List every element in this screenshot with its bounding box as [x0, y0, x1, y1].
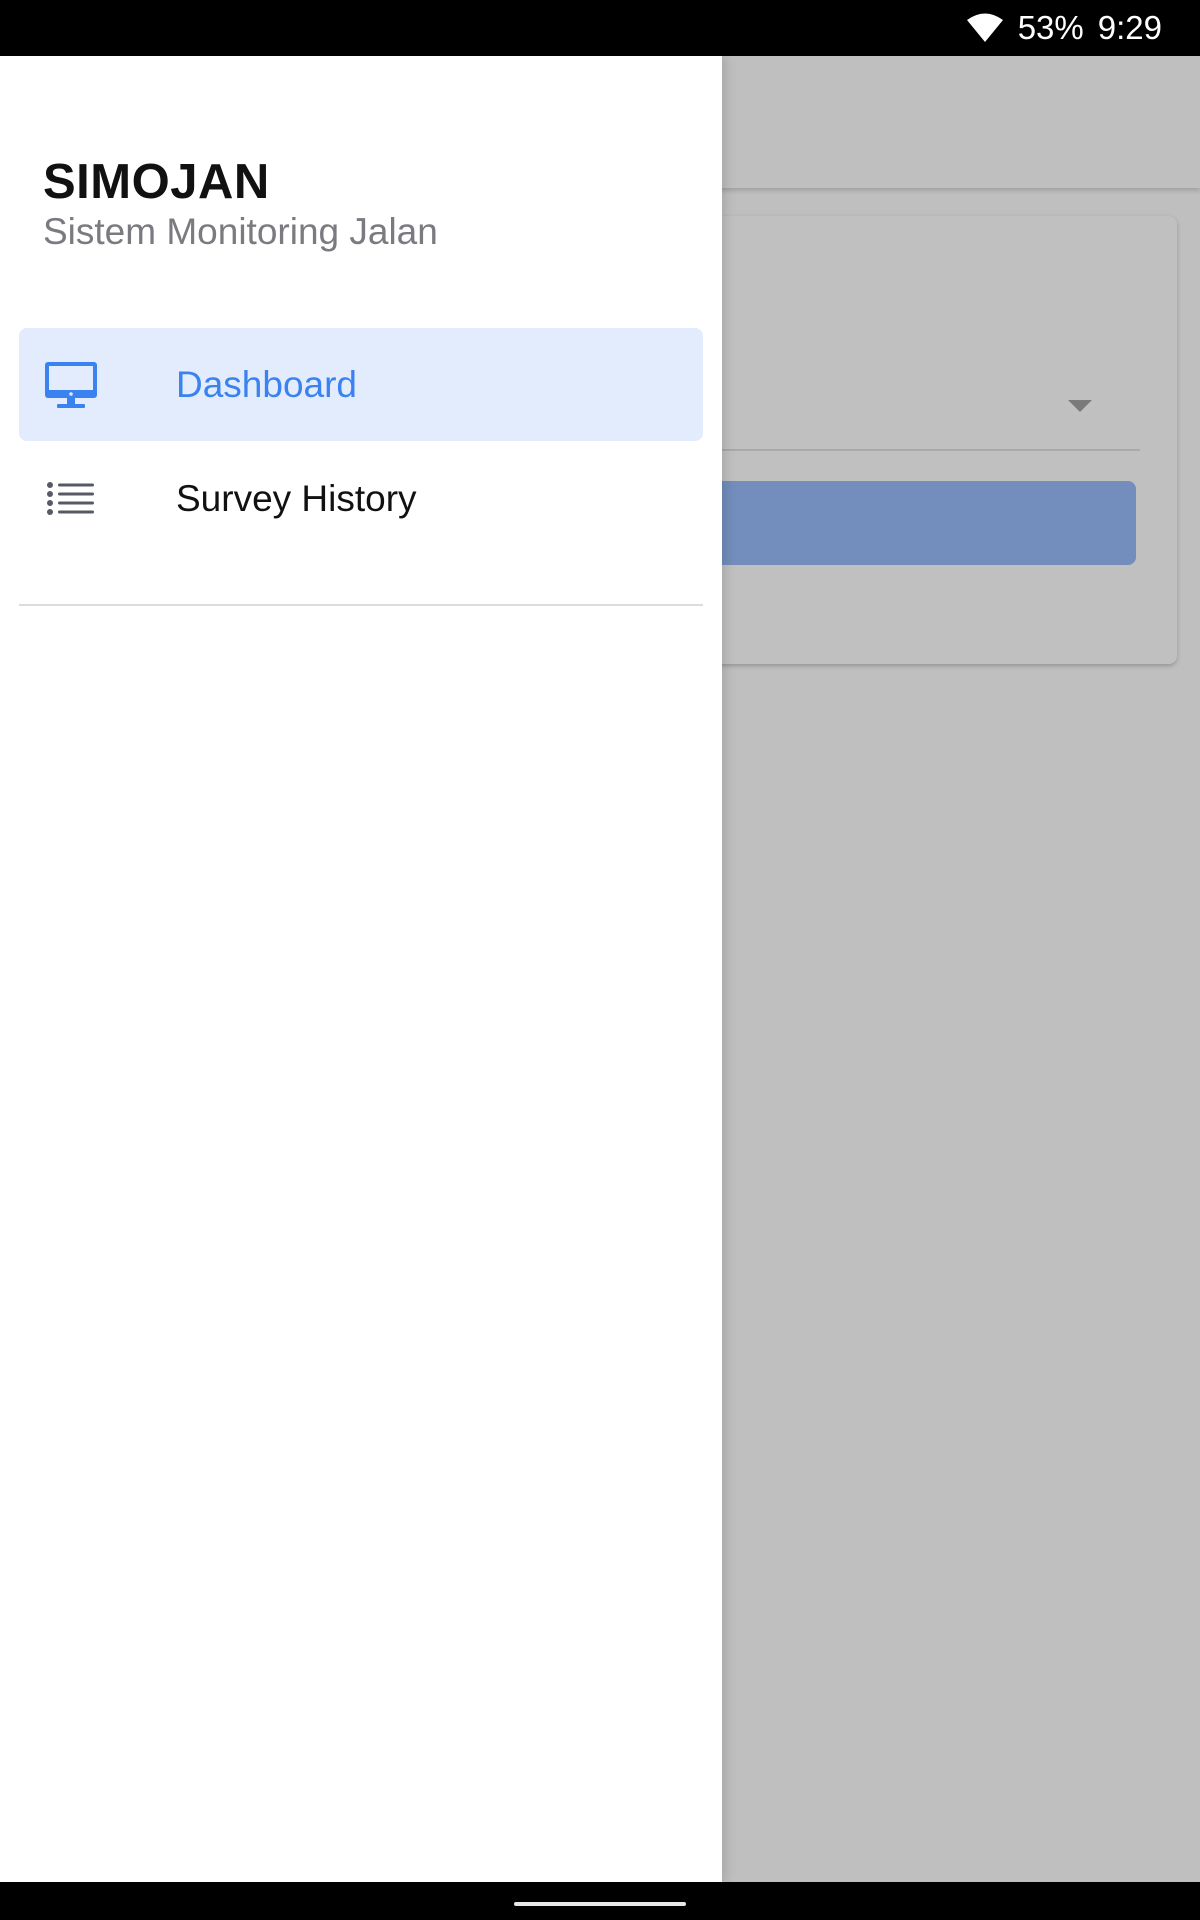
system-navigation-bar: [0, 1882, 1200, 1920]
clock: 9:29: [1097, 9, 1162, 46]
drawer-header: SIMOJAN Sistem Monitoring Jalan: [43, 154, 438, 254]
dropdown-arrow-icon: [1068, 400, 1092, 412]
status-indicators: 53% 9:29: [966, 0, 1162, 56]
navigation-drawer: SIMOJAN Sistem Monitoring Jalan Dashboar…: [0, 56, 722, 1882]
desktop-monitor-icon: [44, 361, 98, 409]
list-icon: [44, 475, 98, 523]
status-bar: 53% 9:29: [0, 0, 1200, 56]
app-subtitle: Sistem Monitoring Jalan: [43, 211, 438, 252]
wifi-icon: [966, 13, 1004, 43]
nav-item-dashboard[interactable]: Dashboard: [19, 328, 703, 441]
screen: 53% 9:29 SIMOJAN Sistem Monitoring Jalan: [0, 0, 1200, 1920]
nav-item-label: Dashboard: [176, 363, 358, 405]
home-gesture-handle[interactable]: [514, 1902, 686, 1906]
battery-percentage: 53%: [1017, 9, 1084, 46]
nav-item-label: Survey History: [176, 477, 417, 519]
app-title: SIMOJAN: [43, 155, 270, 209]
drawer-divider: [19, 604, 703, 606]
nav-item-survey-history[interactable]: Survey History: [19, 442, 703, 555]
